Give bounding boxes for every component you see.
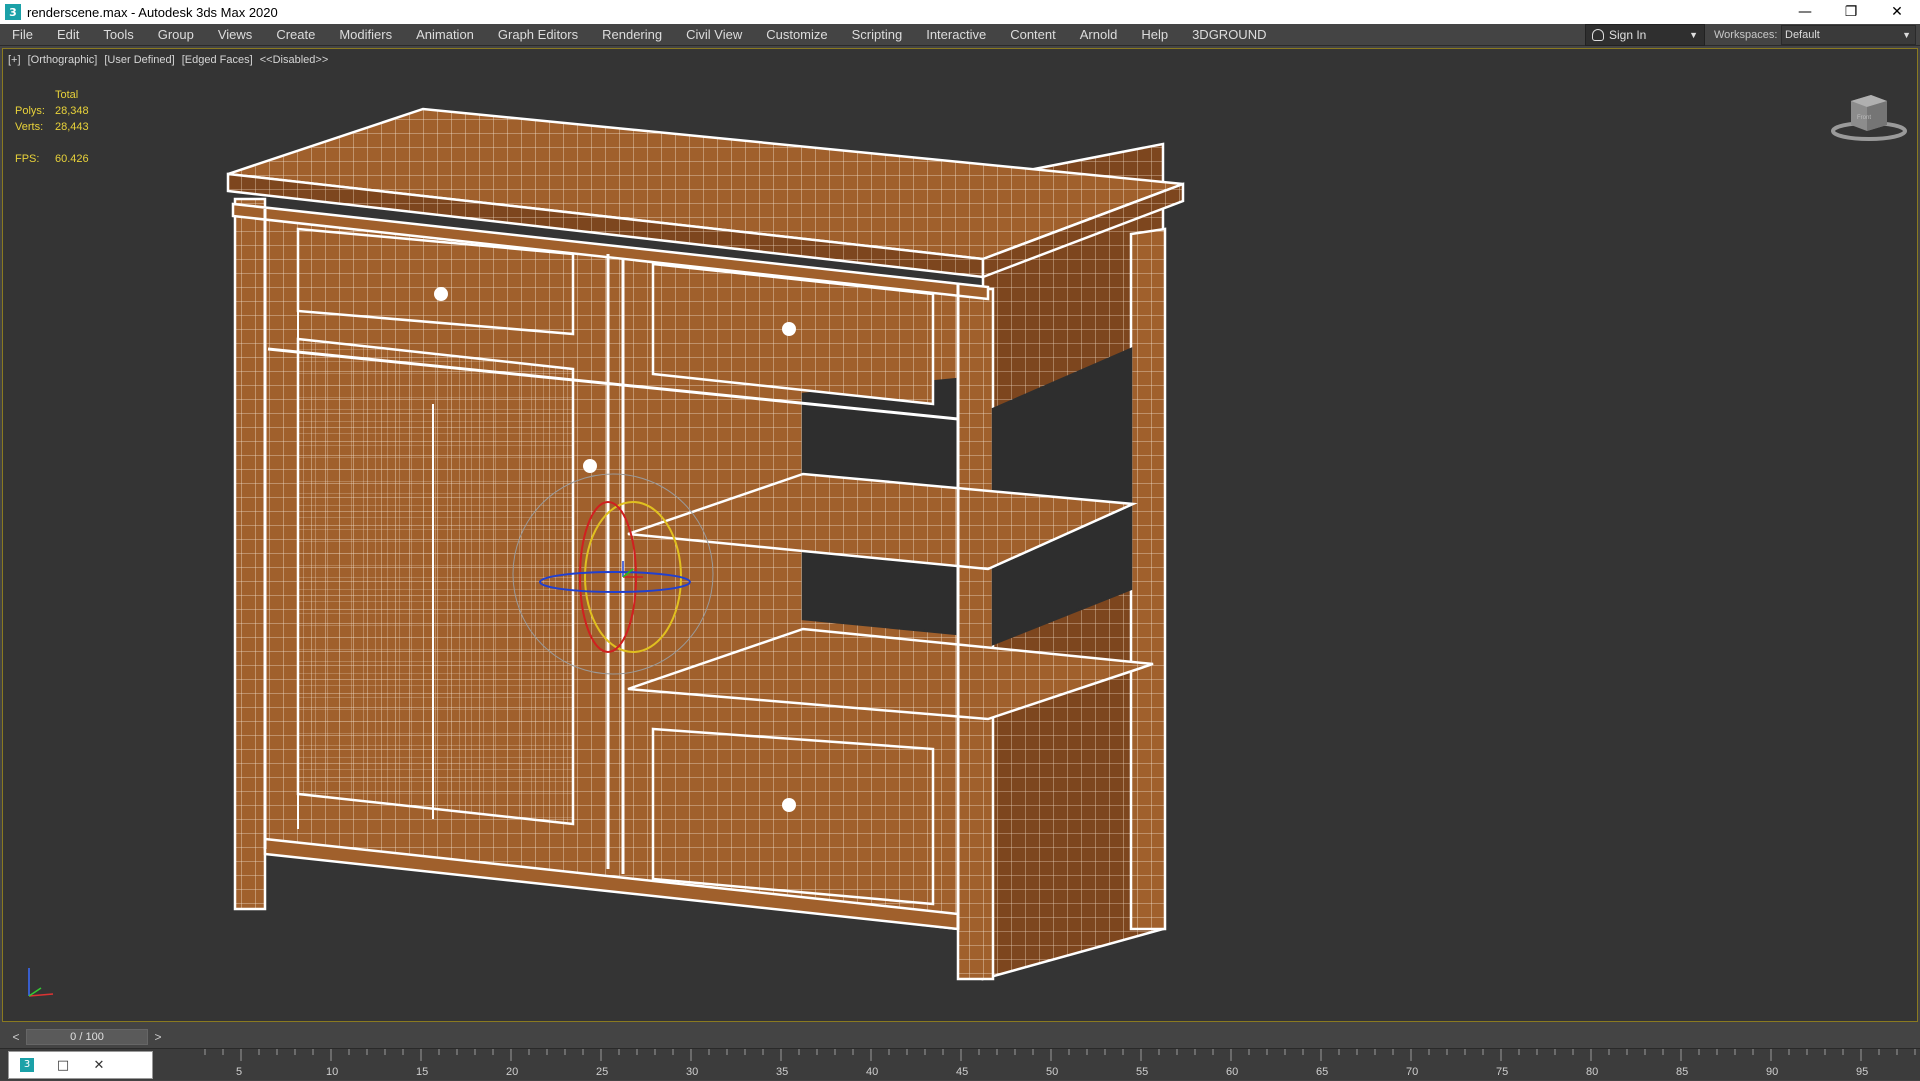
viewcube-icon[interactable]: Front: [1829, 87, 1909, 147]
time-slider-bar: < 0 / 100 >: [0, 1026, 1920, 1048]
track-bar: 3 □ ✕ 5 10 15 20 25 30 35 40 45 50 55 60 65 70 75 80 85 9…: [0, 1048, 1920, 1080]
main-menu: File Edit Tools Group Views Create Modifiers An…: [0, 24, 1278, 46]
workspaces-label: Workspaces:: [1714, 29, 1778, 41]
ruler-tick-label: 90: [1766, 1066, 1778, 1078]
menu-animation[interactable]: Animation: [404, 24, 486, 46]
viewport[interactable]: [+] [Orthographic] [User Defined] [Edged…: [2, 48, 1918, 1022]
sign-in-button[interactable]: Sign In ▼: [1585, 24, 1705, 46]
cabinet-leg-back-right[interactable]: [1129, 227, 1167, 931]
ruler-tick-label: 70: [1406, 1066, 1418, 1078]
time-prev-button[interactable]: <: [8, 1029, 24, 1045]
drawer-knob-top-right[interactable]: [782, 322, 796, 336]
ruler-tick-label: 20: [506, 1066, 518, 1078]
ruler-tick-label: 25: [596, 1066, 608, 1078]
menu-interactive[interactable]: Interactive: [914, 24, 998, 46]
stats-header: Total: [55, 89, 79, 101]
viewport-pov-menu[interactable]: [Orthographic]: [28, 54, 98, 66]
ruler-tick-label: 65: [1316, 1066, 1328, 1078]
menu-help[interactable]: Help: [1129, 24, 1180, 46]
window-title: renderscene.max - Autodesk 3ds Max 2020: [27, 4, 278, 20]
door-knob[interactable]: [583, 459, 597, 473]
viewport-shading-menu[interactable]: [Edged Faces]: [182, 54, 253, 66]
drawer-knob-top-left[interactable]: [434, 287, 448, 301]
menu-modifiers[interactable]: Modifiers: [327, 24, 404, 46]
minimize-icon[interactable]: —: [1782, 0, 1828, 24]
restore-icon[interactable]: ❐: [1828, 0, 1874, 24]
fps-value: 60.426: [55, 153, 89, 165]
menu-3dground[interactable]: 3DGROUND: [1180, 24, 1278, 46]
chevron-down-icon: ▼: [1902, 30, 1911, 40]
ruler-tick-label: 15: [416, 1066, 428, 1078]
scene-canvas[interactable]: [3, 49, 1918, 1022]
ruler-tick-label: 5: [236, 1066, 242, 1078]
glass-door-panel[interactable]: [296, 337, 575, 826]
workspace-select[interactable]: Default ▼: [1781, 25, 1916, 45]
menu-scripting[interactable]: Scripting: [840, 24, 915, 46]
mini-window-panel: 3 □ ✕: [8, 1051, 153, 1079]
ruler-tick-label: 35: [776, 1066, 788, 1078]
app-icon: 3: [5, 4, 21, 20]
ruler-tick-label: 85: [1676, 1066, 1688, 1078]
polys-label: Polys:: [15, 105, 45, 117]
chevron-down-icon: ▼: [1689, 30, 1698, 40]
frame-ruler[interactable]: 5101520253035404550556065707580859095100: [155, 1049, 1920, 1081]
ruler-tick-label: 50: [1046, 1066, 1058, 1078]
workspace-value: Default: [1785, 29, 1820, 41]
cabinet-leg-front-left[interactable]: [233, 197, 267, 911]
fps-label: FPS:: [15, 153, 40, 165]
menu-create[interactable]: Create: [264, 24, 327, 46]
close-icon[interactable]: ✕: [1874, 0, 1920, 24]
maximize-icon[interactable]: □: [45, 1052, 81, 1078]
menu-tools[interactable]: Tools: [91, 24, 145, 46]
viewport-stdlight-menu[interactable]: [User Defined]: [104, 54, 174, 66]
viewcube-face-label: Front: [1857, 115, 1871, 121]
title-bar: 3 renderscene.max - Autodesk 3ds Max 202…: [0, 0, 1920, 24]
axis-tripod-icon: [28, 968, 54, 997]
drawer-bottom[interactable]: [651, 727, 935, 906]
menu-views[interactable]: Views: [206, 24, 264, 46]
menu-group[interactable]: Group: [146, 24, 206, 46]
ruler-tick-label: 40: [866, 1066, 878, 1078]
ruler-tick-label: 55: [1136, 1066, 1148, 1078]
ruler-tick-label: 75: [1496, 1066, 1508, 1078]
cabinet-leg-front-right[interactable]: [956, 287, 995, 981]
user-icon: [1592, 29, 1604, 41]
viewport-general-menu[interactable]: [+]: [8, 54, 21, 66]
ruler-tick-label: 95: [1856, 1066, 1868, 1078]
menu-civil-view[interactable]: Civil View: [674, 24, 754, 46]
menu-content[interactable]: Content: [998, 24, 1068, 46]
menu-edit[interactable]: Edit: [45, 24, 91, 46]
menu-rendering[interactable]: Rendering: [590, 24, 674, 46]
sign-in-label: Sign In: [1609, 28, 1647, 42]
menu-bar: File Edit Tools Group Views Create Modifiers An…: [0, 24, 1920, 46]
app-mini-icon: 3: [20, 1058, 34, 1072]
time-slider[interactable]: 0 / 100: [26, 1029, 148, 1045]
ruler-tick-label: 10: [326, 1066, 338, 1078]
menu-graph-editors[interactable]: Graph Editors: [486, 24, 590, 46]
menu-customize[interactable]: Customize: [754, 24, 839, 46]
viewport-label-menu: [+] [Orthographic] [User Defined] [Edged…: [8, 54, 332, 66]
statistics-overlay: Total Polys: 28,348 Verts: 28,443 FPS: 60.4…: [15, 87, 89, 167]
time-next-button[interactable]: >: [150, 1029, 166, 1045]
verts-label: Verts:: [15, 121, 44, 133]
app-minimized-button[interactable]: 3: [9, 1052, 45, 1078]
menu-file[interactable]: File: [0, 24, 45, 46]
menu-arnold[interactable]: Arnold: [1068, 24, 1130, 46]
drawer-knob-bottom[interactable]: [782, 798, 796, 812]
viewport-disabled-label: <<Disabled>>: [259, 54, 329, 66]
close-icon[interactable]: ✕: [81, 1052, 117, 1078]
ruler-tick-label: 80: [1586, 1066, 1598, 1078]
verts-value: 28,443: [55, 121, 89, 133]
ruler-tick-label: 45: [956, 1066, 968, 1078]
polys-value: 28,348: [55, 105, 89, 117]
ruler-tick-label: 60: [1226, 1066, 1238, 1078]
ruler-tick-label: 30: [686, 1066, 698, 1078]
